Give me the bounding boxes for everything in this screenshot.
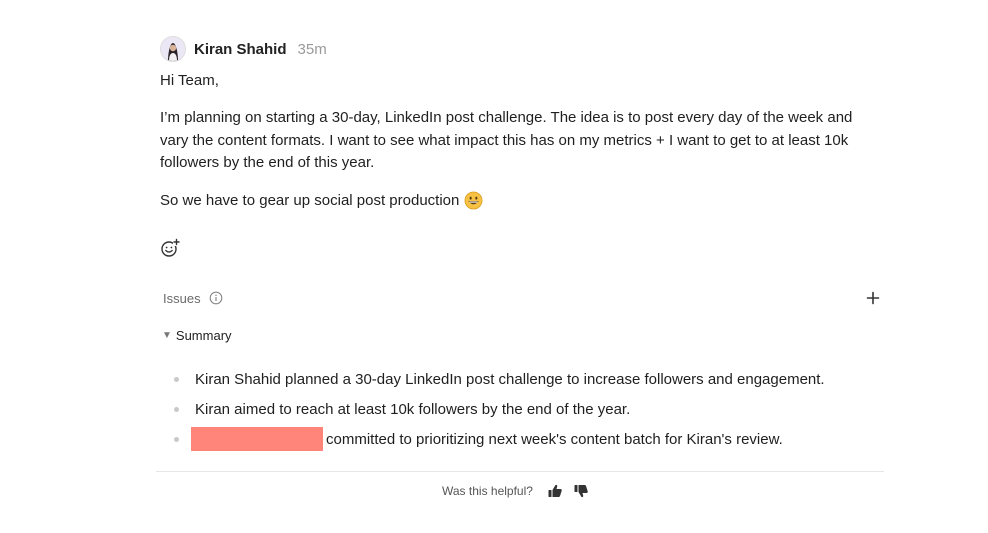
grinning-face-emoji	[464, 191, 483, 210]
post-timestamp: 35m	[297, 40, 327, 58]
summary-item-text: committed to prioritizing next week's co…	[326, 430, 783, 448]
feedback-bar: Was this helpful?	[442, 482, 599, 500]
bullet-icon	[174, 376, 179, 382]
summary-list: Kiran Shahid planned a 30-day LinkedIn p…	[172, 364, 892, 454]
thumbs-up-icon[interactable]	[547, 483, 563, 499]
redacted-name	[191, 427, 323, 451]
message-paragraph-text: So we have to gear up social post produc…	[160, 191, 460, 209]
feedback-label: Was this helpful?	[442, 484, 533, 498]
avatar[interactable]	[160, 36, 186, 62]
message-paragraph: I’m planning on starting a 30-day, Linke…	[160, 109, 853, 171]
message-post: Kiran Shahid 35m Hi Team, I’m planning o…	[160, 36, 880, 258]
summary-label: Summary	[175, 328, 232, 343]
message-paragraph-2: So we have to gear up social post produc…	[160, 190, 880, 213]
info-icon[interactable]	[209, 291, 223, 305]
summary-item: Kiran aimed to reach at least 10k follow…	[172, 394, 892, 424]
divider	[156, 471, 884, 472]
summary-item-text: Kiran aimed to reach at least 10k follow…	[195, 400, 631, 418]
bullet-icon	[174, 436, 179, 442]
summary-item: Kiran Shahid planned a 30-day LinkedIn p…	[172, 364, 892, 394]
issues-label: Issues	[163, 290, 201, 306]
issues-header: Issues	[163, 288, 881, 308]
thumbs-down-icon[interactable]	[573, 483, 589, 499]
summary-item: committed to prioritizing next week's co…	[172, 424, 892, 454]
add-reaction-icon[interactable]	[160, 238, 180, 258]
bullet-icon	[174, 406, 179, 412]
author-row: Kiran Shahid 35m	[160, 36, 880, 62]
message-greeting: Hi Team,	[160, 72, 219, 89]
summary-item-text: Kiran Shahid planned a 30-day LinkedIn p…	[195, 370, 825, 388]
plus-icon[interactable]	[865, 290, 881, 306]
summary-toggle[interactable]: ▼ Summary	[162, 328, 232, 343]
caret-down-icon: ▼	[162, 330, 172, 341]
author-name[interactable]: Kiran Shahid	[194, 41, 287, 58]
